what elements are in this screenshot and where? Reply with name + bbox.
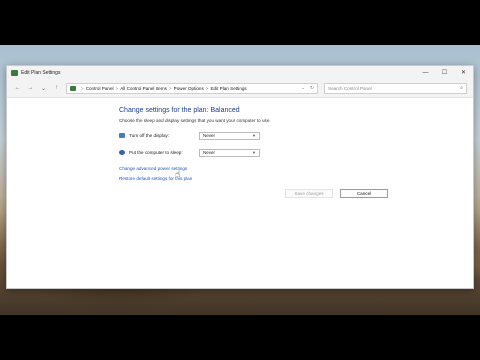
chevron-down-icon: ▼	[252, 150, 256, 155]
monitor-icon	[119, 133, 125, 138]
display-timeout-select[interactable]: Never ▼	[199, 131, 260, 140]
sleep-setting-row: Put the computer to sleep: Never ▼	[119, 148, 473, 157]
display-setting-row: Turn off the display: Never ▼	[119, 131, 473, 140]
search-input[interactable]: Search Control Panel ⌕	[324, 82, 467, 94]
title-bar: Edit Plan Settings — ☐ ✕	[7, 66, 473, 79]
sleep-setting-label: Put the computer to sleep:	[129, 150, 183, 155]
chevron-down-icon: ▼	[252, 133, 256, 138]
hand-cursor-icon: ☝	[175, 169, 181, 179]
main-content: Change settings for the plan: Balanced C…	[7, 98, 473, 181]
maximize-button[interactable]: ☐	[435, 66, 454, 79]
display-timeout-value: Never	[203, 133, 216, 138]
restore-defaults-link[interactable]: Restore default settings for this plan	[119, 176, 473, 181]
save-changes-button[interactable]: Save changes	[285, 189, 333, 198]
control-panel-icon	[70, 85, 76, 91]
forward-arrow-icon[interactable]: →	[24, 82, 37, 95]
chevron-right-icon: >	[205, 85, 209, 91]
search-placeholder: Search Control Panel	[328, 85, 372, 91]
edit-plan-window: Edit Plan Settings — ☐ ✕ ← → ⌄ ↑ > Contr…	[6, 65, 474, 289]
address-bar[interactable]: > Control Panel > All Control Panel Item…	[66, 82, 318, 94]
page-subtitle: Choose the sleep and display settings th…	[119, 118, 271, 123]
refresh-icon[interactable]: ↻	[310, 85, 314, 91]
chevron-right-icon: >	[168, 85, 172, 91]
breadcrumb-power-options[interactable]: Power Options	[174, 86, 204, 91]
sleep-icon	[119, 150, 125, 155]
back-arrow-icon[interactable]: ←	[11, 82, 24, 95]
page-title: Change settings for the plan: Balanced	[119, 107, 240, 114]
screen-frame: Edit Plan Settings — ☐ ✕ ← → ⌄ ↑ > Contr…	[0, 45, 480, 315]
window-title: Edit Plan Settings	[21, 69, 61, 76]
chevron-right-icon: >	[115, 85, 119, 91]
close-button[interactable]: ✕	[454, 66, 473, 79]
sleep-timeout-select[interactable]: Never ▼	[199, 148, 260, 157]
up-arrow-icon[interactable]: ↑	[50, 82, 63, 95]
control-panel-icon	[11, 69, 18, 76]
breadcrumb-control-panel[interactable]: Control Panel	[86, 86, 114, 91]
search-icon[interactable]: ⌕	[460, 85, 463, 91]
display-setting-label: Turn off the display:	[129, 133, 170, 138]
navigation-bar: ← → ⌄ ↑ > Control Panel > All Control Pa…	[7, 79, 473, 98]
breadcrumb-edit-plan[interactable]: Edit Plan Settings	[210, 86, 246, 91]
sleep-timeout-value: Never	[203, 150, 216, 155]
footer-buttons: Save changes Cancel	[285, 189, 388, 198]
recent-locations-icon[interactable]: ⌄	[37, 82, 50, 95]
chevron-right-icon: >	[81, 85, 84, 91]
address-dropdown-icon[interactable]: ⌄	[301, 85, 305, 91]
breadcrumb-all-items[interactable]: All Control Panel Items	[120, 86, 167, 91]
minimize-button[interactable]: —	[416, 66, 435, 79]
cancel-button[interactable]: Cancel	[340, 189, 388, 198]
advanced-power-settings-link[interactable]: Change advanced power settings	[119, 166, 473, 171]
window-controls: — ☐ ✕	[416, 66, 473, 79]
